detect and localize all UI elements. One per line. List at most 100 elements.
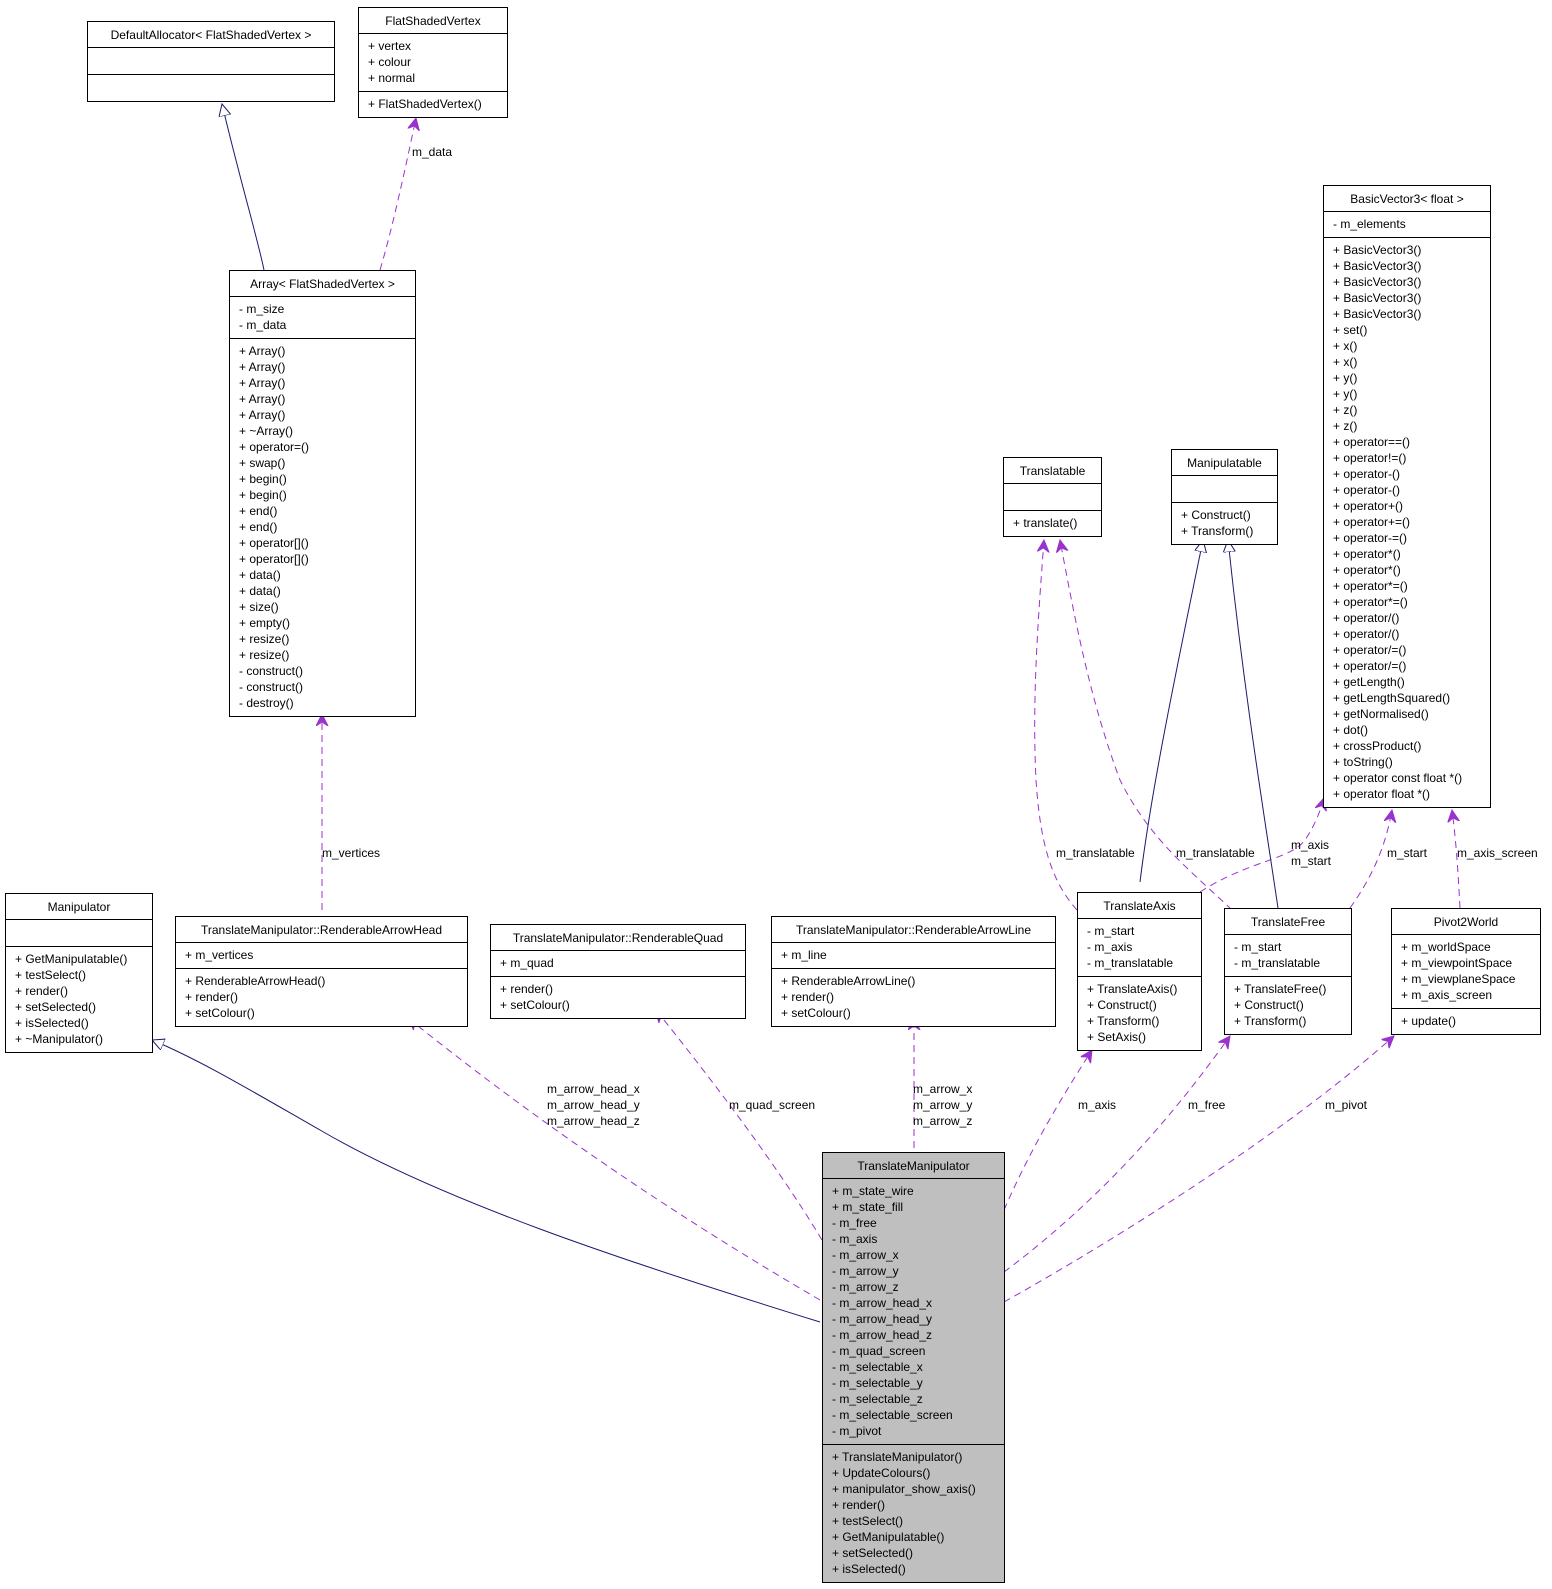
class-method: + getNormalised() xyxy=(1333,707,1429,721)
class-title: Manipulatable xyxy=(1187,456,1262,470)
class-method: + operator[]() xyxy=(239,552,309,566)
class-method: + setSelected() xyxy=(15,1000,97,1014)
class-attribute: - m_data xyxy=(239,318,287,332)
class-attribute: - m_arrow_head_z xyxy=(832,1328,933,1342)
class-pivot2world[interactable]: Pivot2World + m_worldSpace + m_viewpointS… xyxy=(1391,908,1541,1035)
class-title: BasicVector3< float > xyxy=(1350,192,1464,206)
methods-section: + TranslateManipulator() + UpdateColours(… xyxy=(823,1444,1004,1582)
edge-label-m-axis: m_axis xyxy=(1078,1098,1117,1112)
class-attribute: - m_quad_screen xyxy=(832,1344,926,1358)
class-method: + resize() xyxy=(239,648,290,662)
class-method: + y() xyxy=(1333,371,1358,385)
class-title: TranslateManipulator::RenderableQuad xyxy=(512,931,724,945)
edge-label-free-start: m_start xyxy=(1387,846,1428,860)
methods-section: + BasicVector3() + BasicVector3() + BasicV… xyxy=(1324,237,1490,807)
edges-layer xyxy=(0,0,1552,1323)
edge-translatemanipulator-inherits-manipulator xyxy=(152,1040,821,1323)
class-method: + operator!=() xyxy=(1333,451,1407,465)
class-method: + getLength() xyxy=(1333,675,1405,689)
class-method: + operator/=() xyxy=(1333,659,1407,673)
class-attribute: + m_line xyxy=(781,948,827,962)
attributes-section: - m_size - m_data xyxy=(230,296,415,338)
class-defaultallocator[interactable]: DefaultAllocator< FlatShadedVertex > xyxy=(87,21,335,102)
class-method: + operator==() xyxy=(1333,435,1411,449)
class-translateaxis[interactable]: TranslateAxis - m_start - m_axis - m_trans… xyxy=(1077,892,1202,1051)
edge-label-quad-screen: m_quad_screen xyxy=(729,1098,816,1112)
edge-translatefree-uses-basicvector3 xyxy=(1349,810,1392,909)
class-array[interactable]: Array< FlatShadedVertex > - m_size - m_da… xyxy=(229,270,416,717)
class-renderablequad[interactable]: TranslateManipulator::RenderableQuad + m… xyxy=(490,924,746,1019)
edge-translatemanipulator-uses-translatefree xyxy=(1003,1036,1230,1273)
edge-label-m-free: m_free xyxy=(1188,1098,1226,1112)
class-method: + operator/() xyxy=(1333,627,1400,641)
class-method: + x() xyxy=(1333,339,1358,353)
class-method: + translate() xyxy=(1013,516,1078,530)
class-method: + setColour() xyxy=(185,1006,255,1020)
class-attribute: - m_elements xyxy=(1333,217,1406,231)
class-attribute: + m_axis_screen xyxy=(1401,988,1493,1002)
class-basicvector3[interactable]: BasicVector3< float > - m_elements + Bas… xyxy=(1323,185,1491,808)
class-manipulatable[interactable]: Manipulatable + Construct() + Transform() xyxy=(1171,449,1278,545)
attributes-section: + m_worldSpace + m_viewpointSpace + m_view… xyxy=(1392,934,1540,1008)
class-attribute: - m_size xyxy=(239,302,285,316)
class-attribute: + vertex xyxy=(368,39,412,53)
class-flatshadedvertex[interactable]: FlatShadedVertex + vertex + colour + norma… xyxy=(358,7,508,118)
class-method: + TranslateFree() xyxy=(1234,982,1327,996)
class-method: + Array() xyxy=(239,392,286,406)
class-title: TranslateManipulator::RenderableArrowHea… xyxy=(200,923,442,937)
class-translatefree[interactable]: TranslateFree - m_start - m_translatable … xyxy=(1224,908,1352,1035)
class-method: + Array() xyxy=(239,344,286,358)
class-attribute: - m_start xyxy=(1234,940,1282,954)
class-method: + operator*=() xyxy=(1333,579,1408,593)
edge-array-uses-flatshadedvertex xyxy=(379,118,416,271)
class-attribute: - m_arrow_z xyxy=(832,1280,899,1294)
class-method: + operator*() xyxy=(1333,547,1401,561)
class-method: + setColour() xyxy=(500,998,570,1012)
methods-section: + RenderableArrowHead() + render() + setCo… xyxy=(176,968,467,1026)
class-method: + operator*() xyxy=(1333,563,1401,577)
class-method: + Transform() xyxy=(1087,1014,1160,1028)
edge-label-axis-start: m_axis m_start xyxy=(1291,838,1332,868)
class-method: + swap() xyxy=(239,456,286,470)
edge-label-axis-screen: m_axis_screen xyxy=(1457,846,1538,860)
edge-label-axis-translatable: m_translatable xyxy=(1056,846,1135,860)
attributes-section: - m_start - m_axis - m_translatable xyxy=(1078,918,1201,976)
edge-translatemanipulator-uses-quad xyxy=(656,1010,823,1241)
class-method: + operator/() xyxy=(1333,611,1400,625)
class-method: + TranslateManipulator() xyxy=(832,1450,963,1464)
class-translatemanipulator[interactable]: TranslateManipulator + m_state_wire + m_s… xyxy=(822,1152,1005,1583)
edge-array-inherits-defaultallocator xyxy=(222,104,265,271)
class-manipulator[interactable]: Manipulator + GetManipulatable() + testSe… xyxy=(5,893,153,1053)
class-method: + UpdateColours() xyxy=(832,1466,931,1480)
class-method: + isSelected() xyxy=(832,1562,906,1576)
class-method: + testSelect() xyxy=(15,968,87,982)
attributes-section: + m_quad xyxy=(491,950,745,976)
class-method: + render() xyxy=(832,1498,886,1512)
class-method: + BasicVector3() xyxy=(1333,243,1422,257)
edge-translatemanipulator-uses-arrowhead xyxy=(408,1018,821,1301)
methods-section: + TranslateFree() + Construct() + Transfor… xyxy=(1225,976,1351,1034)
class-renderablearrowhead[interactable]: TranslateManipulator::RenderableArrowHea… xyxy=(175,916,468,1027)
class-method: + data() xyxy=(239,568,281,582)
class-attribute: + m_viewpointSpace xyxy=(1401,956,1513,970)
attributes-section xyxy=(88,47,334,74)
class-method: + Construct() xyxy=(1181,508,1251,522)
class-method: + operator*=() xyxy=(1333,595,1408,609)
class-translatable[interactable]: Translatable + translate() xyxy=(1003,457,1102,537)
class-renderablearrowline[interactable]: TranslateManipulator::RenderableArrowLin… xyxy=(771,916,1056,1027)
class-method: + BasicVector3() xyxy=(1333,259,1422,273)
class-method: + Construct() xyxy=(1234,998,1304,1012)
class-method: + toString() xyxy=(1333,755,1393,769)
class-method: + setSelected() xyxy=(832,1546,914,1560)
methods-section: + render() + setColour() xyxy=(491,976,745,1018)
attributes-section: + m_state_wire + m_state_fill - m_free - m_… xyxy=(823,1178,1004,1444)
class-method: + operator+() xyxy=(1333,499,1404,513)
class-method: + dot() xyxy=(1333,723,1369,737)
class-method: + RenderableArrowHead() xyxy=(185,974,326,988)
class-method: + crossProduct() xyxy=(1333,739,1422,753)
edge-label-arrows: m_arrow_x m_arrow_y m_arrow_z xyxy=(913,1082,973,1128)
attributes-section: + m_vertices xyxy=(176,942,467,968)
class-method: + set() xyxy=(1333,323,1368,337)
class-attribute: - m_selectable_screen xyxy=(832,1408,953,1422)
attributes-section: - m_elements xyxy=(1324,211,1490,237)
